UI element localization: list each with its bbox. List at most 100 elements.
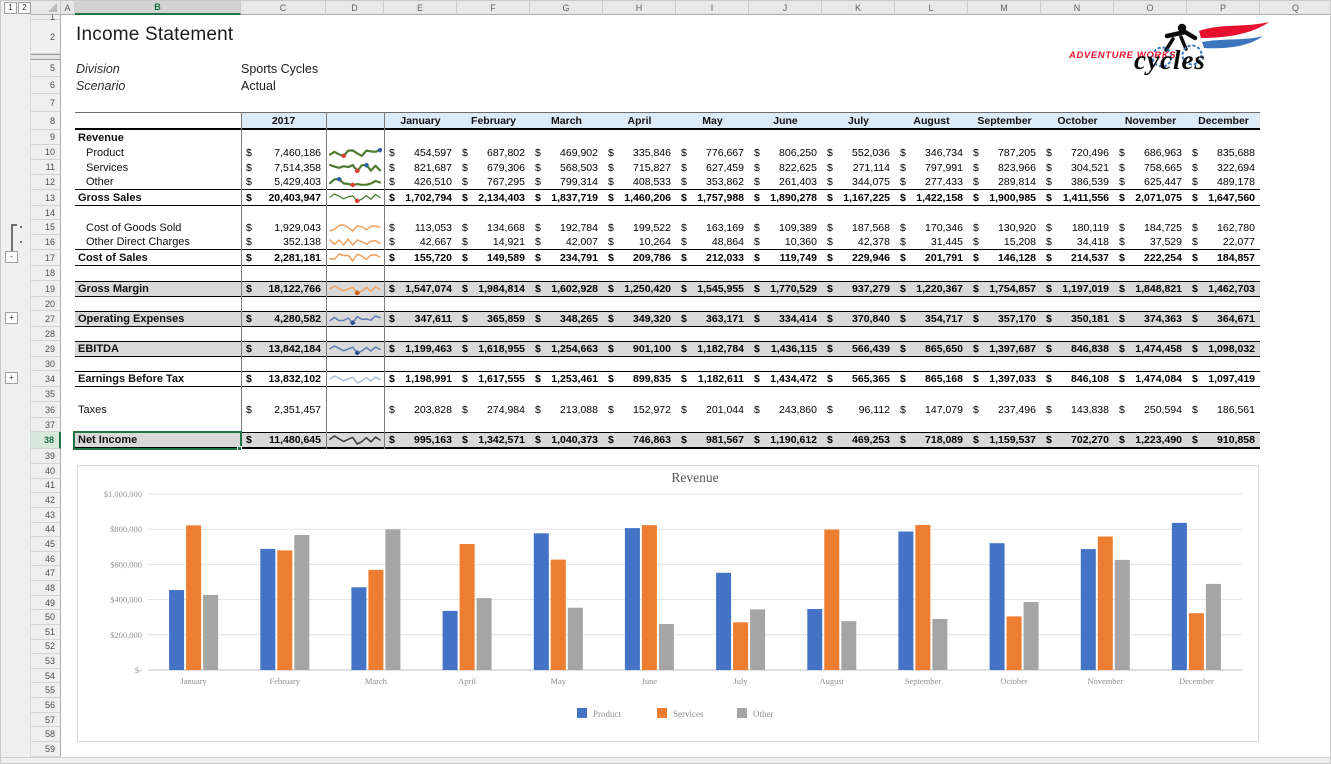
cell-other-april[interactable]: $408,533 (603, 175, 676, 189)
row-header-36[interactable]: 36 (31, 402, 61, 418)
cell-total-revenue[interactable] (241, 130, 326, 145)
cell-net-income-october[interactable]: $702,270 (1041, 433, 1114, 447)
cell-cost-of-goods-sold-july[interactable]: $187,568 (822, 220, 895, 235)
cell-ebitda-january[interactable]: $1,199,463 (384, 342, 457, 356)
bar-other-july[interactable] (750, 609, 766, 670)
cell-ebitda-may[interactable]: $1,182,784 (676, 342, 749, 356)
cell-product-december[interactable]: $835,688 (1187, 145, 1260, 160)
cell-total-ebitda[interactable]: $13,842,184 (241, 342, 326, 356)
bar-services-november[interactable] (1097, 536, 1113, 670)
cell-gross-margin-june[interactable]: $1,770,529 (749, 282, 822, 296)
header-blank-cell[interactable] (75, 113, 241, 128)
bar-services-april[interactable] (459, 543, 475, 670)
cell-cost-of-sales-november[interactable]: $222,254 (1114, 250, 1187, 265)
cell-product-january[interactable]: $454,597 (384, 145, 457, 160)
cell-operating-expenses-march[interactable]: $348,265 (530, 312, 603, 326)
cell-cost-of-goods-sold-september[interactable]: $130,920 (968, 220, 1041, 235)
row-label-other[interactable]: Other (75, 175, 241, 189)
row-header-12[interactable]: 12 (31, 175, 61, 190)
sparkline-cell[interactable] (326, 130, 384, 145)
cell-total-earnings-before-tax[interactable]: $13,832,102 (241, 372, 326, 386)
cell-cost-of-sales-february[interactable]: $149,589 (457, 250, 530, 265)
cell-cost-of-sales-april[interactable]: $209,786 (603, 250, 676, 265)
row-header-14[interactable]: 14 (31, 206, 61, 220)
cell-total-operating-expenses[interactable]: $4,280,582 (241, 312, 326, 326)
year-header[interactable]: 2017 (241, 113, 326, 128)
sparkline-cell[interactable] (326, 372, 384, 386)
cell-earnings-before-tax-july[interactable]: $565,365 (822, 372, 895, 386)
bar-other-february[interactable] (294, 534, 310, 670)
sparkline-cell[interactable] (326, 282, 384, 296)
bar-product-august[interactable] (807, 608, 823, 670)
row-label-earnings-before-tax[interactable]: Earnings Before Tax (75, 372, 241, 386)
cell-ebitda-october[interactable]: $846,838 (1041, 342, 1114, 356)
cell-taxes-october[interactable]: $143,838 (1041, 402, 1114, 418)
cell-ebitda-march[interactable]: $1,254,663 (530, 342, 603, 356)
cell-services-june[interactable]: $822,625 (749, 160, 822, 175)
row-header-45[interactable]: 45 (31, 537, 61, 552)
month-header-january[interactable]: January (384, 113, 457, 128)
bar-other-october[interactable] (1023, 601, 1039, 670)
month-header-april[interactable]: April (603, 113, 676, 128)
cell-cost-of-goods-sold-october[interactable]: $180,119 (1041, 220, 1114, 235)
row-header-16[interactable]: 16 (31, 235, 61, 250)
bar-other-december[interactable] (1205, 583, 1221, 670)
bar-product-march[interactable] (351, 587, 367, 670)
cell-gross-sales-november[interactable]: $2,071,075 (1114, 190, 1187, 205)
cell-other-direct-charges-december[interactable]: $22,077 (1187, 235, 1260, 249)
cell-operating-expenses-july[interactable]: $370,840 (822, 312, 895, 326)
bar-other-january[interactable] (203, 594, 219, 670)
bar-product-january[interactable] (169, 589, 185, 670)
cell-other-july[interactable]: $344,075 (822, 175, 895, 189)
cell-gross-margin-october[interactable]: $1,197,019 (1041, 282, 1114, 296)
bar-services-december[interactable] (1188, 613, 1204, 670)
cell-operating-expenses-january[interactable]: $347,611 (384, 312, 457, 326)
cell-earnings-before-tax-april[interactable]: $899,835 (603, 372, 676, 386)
outline-level-2-button[interactable]: 2 (18, 2, 31, 14)
cell-cost-of-goods-sold-june[interactable]: $109,389 (749, 220, 822, 235)
bar-services-september[interactable] (915, 524, 931, 670)
cell-gross-sales-october[interactable]: $1,411,556 (1041, 190, 1114, 205)
row-label-services[interactable]: Services (75, 160, 241, 175)
row-header-57[interactable]: 57 (31, 712, 61, 728)
row-header-7[interactable]: 7 (31, 94, 61, 112)
bar-services-july[interactable] (733, 622, 749, 670)
row-label-revenue[interactable]: Revenue (75, 130, 241, 145)
cell-total-cost-of-goods-sold[interactable]: $1,929,043 (241, 220, 326, 235)
cell-cost-of-sales-december[interactable]: $184,857 (1187, 250, 1260, 265)
cell-gross-sales-may[interactable]: $1,757,988 (676, 190, 749, 205)
row-header-59[interactable]: 59 (31, 742, 61, 757)
bar-product-april[interactable] (442, 610, 458, 670)
row-header-54[interactable]: 54 (31, 668, 61, 684)
row-header-6[interactable]: 6 (31, 77, 61, 94)
column-header-f[interactable]: F (457, 1, 530, 15)
row-header-39[interactable]: 39 (31, 449, 61, 464)
cell-operating-expenses-august[interactable]: $354,717 (895, 312, 968, 326)
cell-operating-expenses-may[interactable]: $363,171 (676, 312, 749, 326)
cell-ebitda-june[interactable]: $1,436,115 (749, 342, 822, 356)
cell-cost-of-goods-sold-march[interactable]: $192,784 (530, 220, 603, 235)
cell-gross-sales-february[interactable]: $2,134,403 (457, 190, 530, 205)
cell-cost-of-goods-sold-may[interactable]: $163,169 (676, 220, 749, 235)
column-header-c[interactable]: C (241, 1, 326, 15)
cell-other-october[interactable]: $386,539 (1041, 175, 1114, 189)
cell-services-january[interactable]: $821,687 (384, 160, 457, 175)
row-label-cost-of-goods-sold[interactable]: Cost of Goods Sold (75, 220, 241, 235)
cell-gross-sales-september[interactable]: $1,900,985 (968, 190, 1041, 205)
cell-services-september[interactable]: $823,966 (968, 160, 1041, 175)
month-header-june[interactable]: June (749, 113, 822, 128)
cell-net-income-november[interactable]: $1,223,490 (1114, 433, 1187, 447)
cell-services-july[interactable]: $271,114 (822, 160, 895, 175)
cell-net-income-december[interactable]: $910,858 (1187, 433, 1260, 447)
column-header-o[interactable]: O (1114, 1, 1187, 15)
cell-ebitda-july[interactable]: $566,439 (822, 342, 895, 356)
cell-other-august[interactable]: $277,433 (895, 175, 968, 189)
cell-services-december[interactable]: $322,694 (1187, 160, 1260, 175)
row-header-30[interactable]: 30 (31, 357, 61, 371)
sparkline-cell[interactable] (326, 175, 384, 189)
bar-product-june[interactable] (624, 528, 640, 670)
month-header-october[interactable]: October (1041, 113, 1114, 128)
cell-services-february[interactable]: $679,306 (457, 160, 530, 175)
legend-swatch-services[interactable] (657, 708, 667, 719)
cell-earnings-before-tax-november[interactable]: $1,474,084 (1114, 372, 1187, 386)
